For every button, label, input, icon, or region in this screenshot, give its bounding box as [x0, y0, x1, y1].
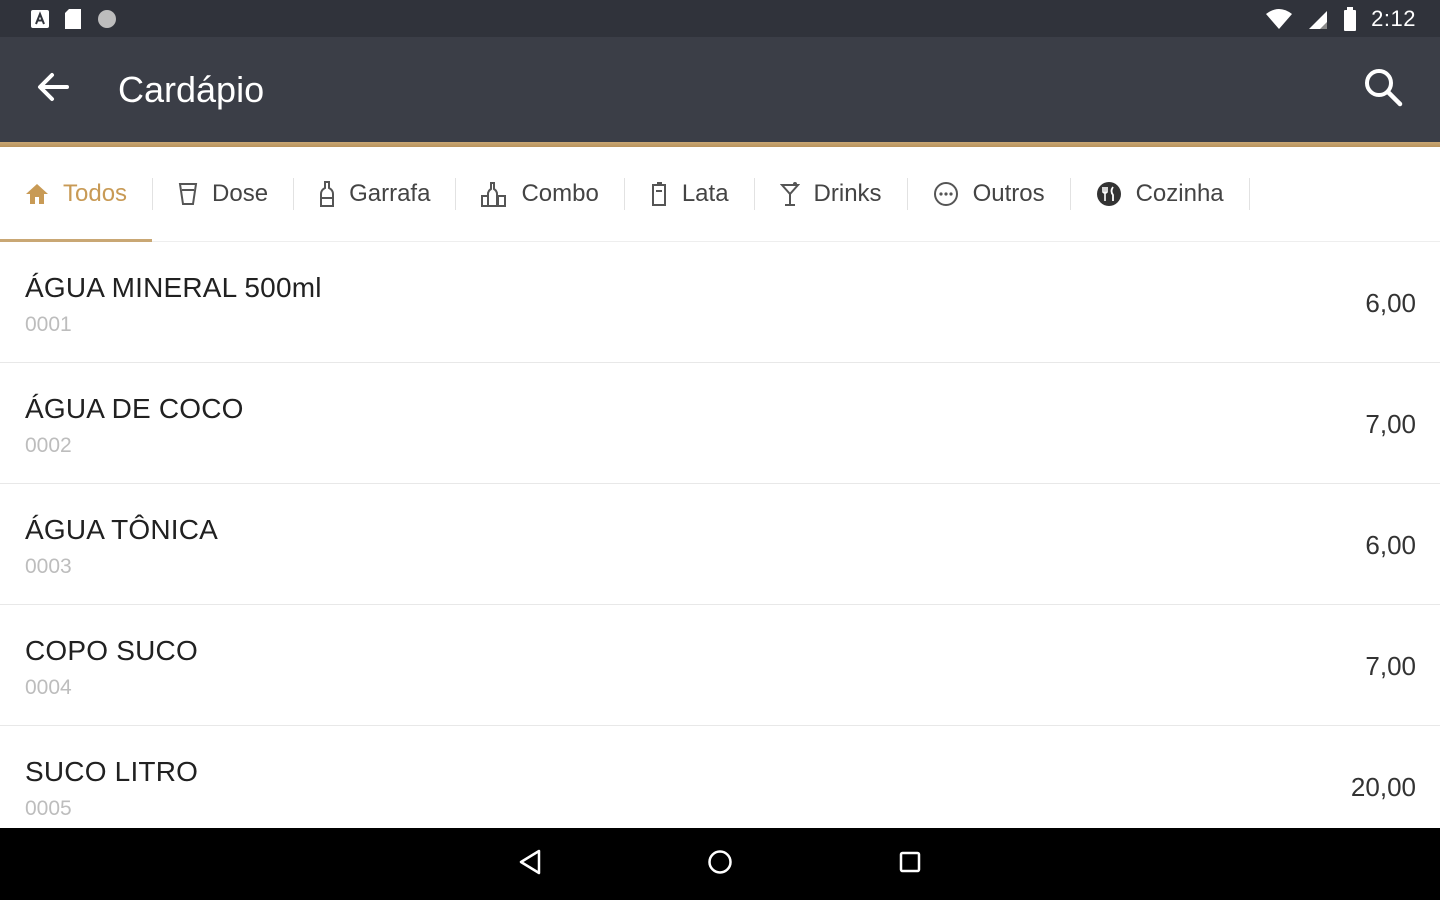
a-notification-icon — [30, 9, 50, 29]
can-icon — [650, 182, 668, 206]
status-bar: 2:12 — [0, 0, 1440, 37]
tab-outros[interactable]: Outros — [908, 147, 1070, 242]
list-item[interactable]: ÁGUA DE COCO 0002 7,00 — [0, 363, 1440, 484]
tab-drinks[interactable]: Drinks — [755, 147, 907, 242]
search-icon — [1362, 66, 1404, 113]
tab-label: Lata — [681, 180, 729, 207]
home-icon — [25, 183, 49, 205]
item-code: 0001 — [25, 313, 72, 336]
item-name: ÁGUA DE COCO — [25, 393, 244, 424]
tab-label: Drinks — [813, 180, 882, 207]
nav-home-button[interactable] — [625, 828, 815, 900]
item-name: ÁGUA TÔNICA — [25, 514, 219, 545]
product-list: ÁGUA MINERAL 500ml 0001 6,00 ÁGUA DE COC… — [0, 242, 1440, 847]
back-button[interactable] — [18, 55, 88, 125]
item-code: 0005 — [25, 797, 72, 820]
app-bar: Cardápio — [0, 37, 1440, 142]
item-price: 6,00 — [1365, 288, 1416, 318]
bottle-icon — [319, 181, 335, 207]
item-name: COPO SUCO — [25, 635, 198, 666]
tab-lata[interactable]: Lata — [625, 147, 754, 242]
status-bar-left — [30, 8, 118, 30]
back-triangle-icon — [517, 848, 543, 881]
tab-label: Todos — [63, 180, 128, 207]
item-price: 6,00 — [1365, 530, 1416, 560]
shot-glass-icon — [178, 182, 198, 206]
item-name: ÁGUA MINERAL 500ml — [25, 272, 322, 303]
item-name: SUCO LITRO — [25, 756, 199, 787]
item-code: 0002 — [25, 434, 72, 457]
page-title: Cardápio — [118, 68, 265, 110]
item-code: 0004 — [25, 676, 72, 699]
tab-label: Garrafa — [349, 180, 431, 207]
category-tabs: Todos Dose Garrafa Combo Lata Drinks Out… — [0, 147, 1440, 243]
tab-garrafa[interactable]: Garrafa — [294, 147, 455, 242]
status-bar-right: 2:12 — [1265, 6, 1416, 32]
tab-todos[interactable]: Todos — [0, 147, 153, 243]
tab-label: Combo — [521, 180, 599, 207]
wifi-icon — [1265, 8, 1293, 30]
nav-back-button[interactable] — [435, 828, 625, 900]
status-time: 2:12 — [1371, 5, 1416, 31]
tab-label: Outros — [972, 180, 1045, 207]
combo-icon — [481, 181, 507, 207]
list-item[interactable]: ÁGUA MINERAL 500ml 0001 6,00 — [0, 242, 1440, 363]
arrow-back-icon — [33, 67, 73, 112]
recents-square-icon — [897, 849, 923, 880]
search-button[interactable] — [1348, 54, 1418, 124]
cocktail-icon — [779, 181, 800, 207]
item-price: 20,00 — [1350, 772, 1416, 802]
item-price: 7,00 — [1365, 409, 1416, 439]
item-price: 7,00 — [1365, 651, 1416, 681]
battery-icon — [1343, 6, 1357, 31]
list-item[interactable]: COPO SUCO 0004 7,00 — [0, 605, 1440, 726]
system-nav-bar — [0, 828, 1440, 900]
sd-card-icon — [64, 8, 82, 30]
circle-notification-icon — [96, 8, 118, 30]
tab-label: Cozinha — [1135, 180, 1224, 207]
list-item[interactable]: ÁGUA TÔNICA 0003 6,00 — [0, 484, 1440, 605]
app-screen: 2:12 Cardápio Todos Dose Garrafa Combo L… — [0, 0, 1440, 900]
home-circle-icon — [706, 848, 734, 881]
item-code: 0003 — [25, 555, 72, 578]
tab-label: Dose — [212, 180, 269, 207]
tab-dose[interactable]: Dose — [153, 147, 293, 242]
tab-combo[interactable]: Combo — [456, 147, 623, 242]
kitchen-icon — [1096, 181, 1122, 207]
signal-icon — [1307, 8, 1329, 30]
tab-divider — [1248, 178, 1250, 210]
tab-cozinha[interactable]: Cozinha — [1071, 147, 1249, 242]
more-circle-icon — [933, 181, 959, 207]
nav-recents-button[interactable] — [815, 828, 1005, 900]
